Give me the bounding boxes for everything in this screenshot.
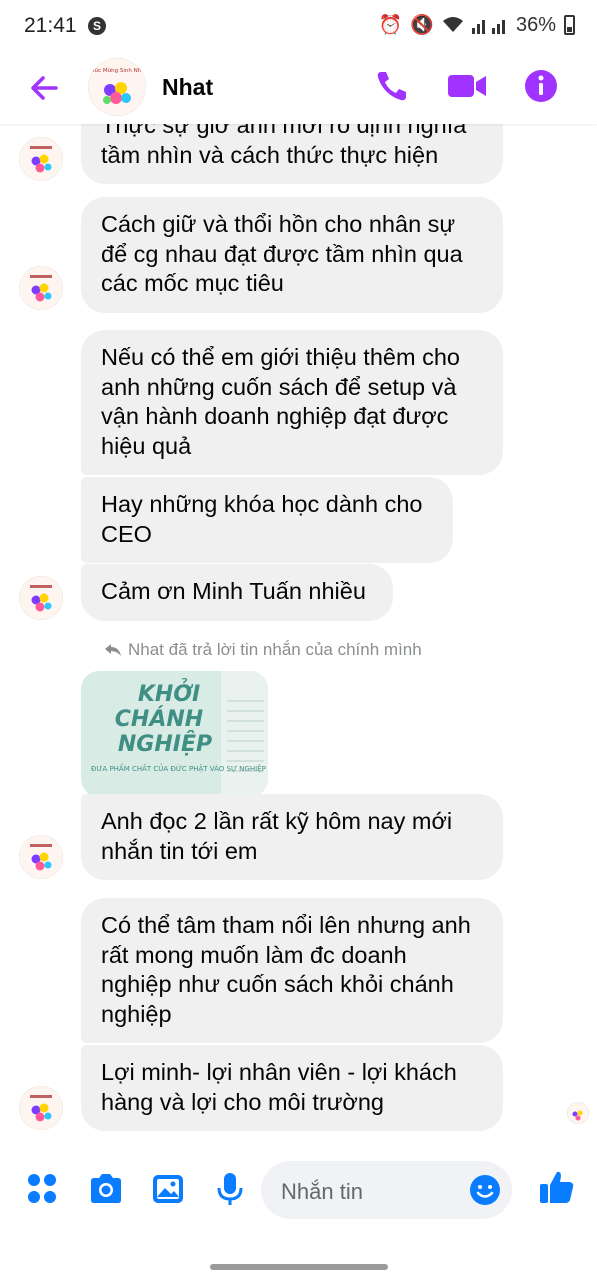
svg-text:Chúc Mừng Sinh Nhật: Chúc Mừng Sinh Nhật bbox=[88, 67, 146, 74]
sender-avatar bbox=[19, 576, 63, 620]
info-icon[interactable] bbox=[523, 68, 559, 104]
reply-icon bbox=[105, 644, 121, 656]
book-cover-image: KHỞI CHÁNH NGHIỆP ĐƯA PHẨM CHẤT CỦA ĐỨC … bbox=[81, 671, 268, 797]
emoji-icon[interactable] bbox=[469, 1174, 501, 1206]
svg-text:CHÁNH: CHÁNH bbox=[115, 706, 203, 732]
home-indicator[interactable] bbox=[210, 1264, 388, 1270]
sender-avatar bbox=[19, 835, 63, 879]
message-bubble[interactable]: Hay những khóa học dành cho CEO bbox=[81, 477, 453, 563]
svg-text:NGHIỆP: NGHIỆP bbox=[118, 730, 212, 757]
mute-icon: 🔇 bbox=[410, 15, 434, 36]
back-arrow-icon[interactable] bbox=[26, 70, 62, 106]
app-notification-icon: S bbox=[88, 17, 106, 35]
video-call-icon[interactable] bbox=[446, 68, 488, 104]
reply-indicator: Nhat đã trả lời tin nhắn của chính mình bbox=[104, 640, 422, 660]
message-bubble[interactable]: Nếu có thể em giới thiệu thêm cho anh nh… bbox=[81, 330, 503, 475]
message-bubble[interactable]: Cách giữ và thổi hồn cho nhân sự để cg n… bbox=[81, 197, 503, 313]
battery-percent: 36% bbox=[515, 13, 556, 36]
replied-image[interactable]: KHỞI CHÁNH NGHIỆP ĐƯA PHẨM CHẤT CỦA ĐỨC … bbox=[81, 671, 268, 797]
message-bubble[interactable]: Anh đọc 2 lần rất kỹ hôm nay mới nhắn ti… bbox=[81, 794, 503, 880]
microphone-icon[interactable] bbox=[211, 1170, 249, 1208]
message-bubble[interactable]: Thực sự giờ anh mới rõ định nghĩa tầm nh… bbox=[81, 124, 503, 184]
reply-note-text: Nhat đã trả lời tin nhắn của chính mình bbox=[128, 640, 422, 659]
wifi-icon bbox=[442, 17, 463, 32]
gallery-icon[interactable] bbox=[149, 1170, 187, 1208]
contact-avatar[interactable]: Chúc Mừng Sinh Nhật bbox=[88, 58, 146, 116]
battery-icon bbox=[564, 15, 575, 35]
chat-header: Chúc Mừng Sinh Nhật Nhat bbox=[0, 52, 597, 124]
contact-name[interactable]: Nhat bbox=[162, 74, 213, 101]
message-bubble[interactable]: Lợi minh- lợi nhân viên - lợi khách hàng… bbox=[81, 1045, 503, 1131]
message-input-placeholder: Nhắn tin bbox=[281, 1179, 363, 1204]
signal-icon bbox=[471, 20, 505, 34]
seen-indicator-avatar bbox=[567, 1102, 589, 1124]
status-icons: ⏰ 🔇 36% bbox=[379, 13, 575, 37]
thumbs-up-icon[interactable] bbox=[538, 1168, 576, 1206]
apps-grid-icon[interactable] bbox=[24, 1170, 62, 1208]
sender-avatar bbox=[19, 266, 63, 310]
svg-text:KHỞI: KHỞI bbox=[138, 679, 200, 707]
message-bubble[interactable]: Có thể tâm tham nổi lên nhưng anh rất mo… bbox=[81, 898, 503, 1043]
status-time: 21:41 bbox=[24, 14, 77, 37]
message-input[interactable]: Nhắn tin bbox=[261, 1161, 512, 1219]
message-list: Thực sự giờ anh mới rõ định nghĩa tầm nh… bbox=[0, 124, 597, 1144]
alarm-icon: ⏰ bbox=[378, 15, 403, 36]
status-bar: 21:41 S ⏰ 🔇 36% bbox=[0, 0, 597, 52]
message-composer: Nhắn tin bbox=[0, 1150, 597, 1230]
sender-avatar bbox=[19, 137, 63, 181]
svg-text:ĐƯA PHẨM CHẤT CỦA ĐỨC PHẬT VÀO: ĐƯA PHẨM CHẤT CỦA ĐỨC PHẬT VÀO SỰ NGHIỆP bbox=[91, 763, 266, 773]
phone-icon[interactable] bbox=[374, 68, 410, 104]
sender-avatar bbox=[19, 1086, 63, 1130]
message-bubble[interactable]: Cảm ơn Minh Tuấn nhiều bbox=[81, 564, 393, 621]
camera-icon[interactable] bbox=[87, 1170, 125, 1208]
